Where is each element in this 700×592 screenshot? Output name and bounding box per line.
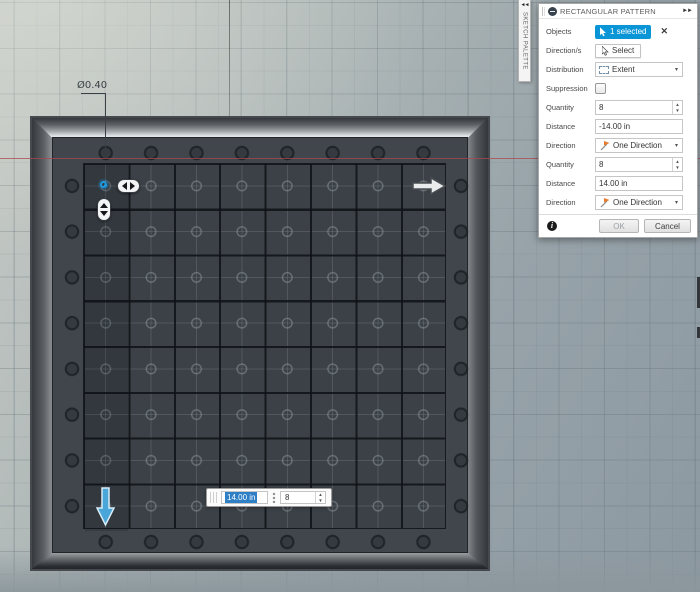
caret-down-icon: ▾ (674, 200, 678, 206)
perimeter-holes-right (447, 163, 475, 529)
inline-edit-toolbar: 14.00 in 8 ▲ ▼ (206, 488, 332, 507)
selected-text: 14.00 in (225, 492, 258, 503)
toolbar-drag-handle[interactable] (210, 492, 218, 503)
field-label: Direction/s (546, 46, 582, 55)
field-label: Direction (546, 198, 576, 207)
direction1-select[interactable]: One Direction ▾ (595, 138, 683, 153)
perimeter-holes-left (58, 163, 86, 529)
info-icon[interactable]: i (547, 221, 557, 231)
caret-down-icon: ▾ (674, 67, 678, 73)
row-objects: Objects 1 selected ✕ (546, 22, 689, 41)
feature-icon (548, 6, 557, 16)
quantity1-stepper[interactable]: ▲ ▼ (672, 101, 682, 114)
one-direction-icon (599, 197, 610, 208)
plate-bevel-top (32, 118, 488, 139)
field-label: Distribution (546, 65, 584, 74)
dimension-leader-h (81, 93, 106, 94)
select-directions-button[interactable]: Select (595, 43, 642, 58)
distance1-input[interactable]: -14.00 in (595, 119, 683, 134)
quantity-value: 8 (285, 493, 290, 502)
plate-bevel-left (32, 118, 53, 569)
inline-distance-input[interactable]: 14.00 in (221, 491, 268, 504)
perimeter-holes-top (83, 142, 446, 164)
inline-quantity-stepper[interactable]: ▲ ▼ (315, 492, 325, 503)
dialog-grip[interactable] (542, 6, 545, 16)
dimension-leader-v (105, 93, 106, 148)
inline-quantity-input[interactable]: 8 ▲ ▼ (280, 491, 326, 504)
perimeter-holes-bottom (83, 531, 446, 553)
field-label: Distance (546, 122, 576, 131)
row-quantity2: Quantity 8 ▲ ▼ (546, 155, 689, 174)
dialog-title: RECTANGULAR PATTERN (560, 6, 656, 16)
spin-down-icon[interactable]: ▼ (675, 108, 679, 114)
row-directions: Direction/s Select (546, 41, 689, 60)
flip-left-icon (122, 182, 127, 190)
app-window: Ø0.40 14.00 in 8 ▲ ▼ ◄◄ SKETCH PALETTE R… (0, 0, 700, 592)
flip-right-icon (130, 182, 135, 190)
one-direction-icon (599, 140, 610, 151)
rectangular-pattern-dialog: RECTANGULAR PATTERN ►► Objects 1 selecte… (538, 3, 698, 238)
collapse-left-icon[interactable]: ◄◄ (521, 2, 530, 9)
clear-selection-button[interactable]: ✕ (660, 27, 668, 36)
quantity2-stepper[interactable]: ▲ ▼ (672, 158, 682, 171)
ok-button[interactable]: OK (599, 219, 639, 233)
field-drag-dots[interactable] (270, 492, 278, 503)
field-label: Direction (546, 141, 576, 150)
row-distribution: Distribution Extent ▾ (546, 60, 689, 79)
flip-vertical-handle[interactable] (97, 198, 111, 221)
y-axis-line (229, 0, 230, 124)
distribution-select[interactable]: Extent ▾ (595, 62, 683, 77)
field-label: Distance (546, 179, 576, 188)
quantity2-input[interactable]: 8 ▲ ▼ (595, 157, 683, 172)
spin-down-icon[interactable]: ▼ (675, 165, 679, 171)
pattern-seed-point[interactable] (100, 180, 107, 188)
caret-down-icon: ▾ (674, 143, 678, 149)
field-label: Quantity (546, 103, 574, 112)
row-direction2: Direction One Direction ▾ (546, 193, 689, 212)
field-label: Objects (546, 27, 572, 36)
sketch-palette-tab[interactable]: ◄◄ SKETCH PALETTE (518, 0, 531, 82)
dialog-footer: i OK Cancel (539, 214, 697, 237)
cancel-button[interactable]: Cancel (644, 219, 691, 233)
plate-bevel-bottom (32, 552, 488, 569)
plate-pocket-grid (83, 163, 446, 531)
distance2-input[interactable]: 14.00 in (595, 176, 683, 191)
row-suppression: Suppression (546, 79, 689, 98)
flip-up-icon (100, 203, 108, 208)
expand-right-icon[interactable]: ►► (682, 8, 693, 14)
spin-down-icon[interactable]: ▼ (318, 498, 322, 504)
field-label: Suppression (546, 84, 588, 93)
flip-horizontal-handle[interactable] (117, 179, 140, 193)
quantity1-input[interactable]: 8 ▲ ▼ (595, 100, 683, 115)
diameter-dimension[interactable]: Ø0.40 (77, 80, 107, 91)
flip-down-icon (100, 211, 108, 216)
direction2-select[interactable]: One Direction ▾ (595, 195, 683, 210)
row-distance1: Distance -14.00 in (546, 117, 689, 136)
dialog-body: Objects 1 selected ✕ Direction/s Select … (539, 19, 697, 214)
direction1-drag-arrow[interactable] (412, 176, 448, 201)
row-direction1: Direction One Direction ▾ (546, 136, 689, 155)
sketch-palette-title: SKETCH PALETTE (521, 12, 528, 70)
dialog-title-bar[interactable]: RECTANGULAR PATTERN ►► (539, 4, 697, 19)
objects-selected-chip[interactable]: 1 selected (595, 24, 652, 39)
suppression-checkbox[interactable] (595, 83, 606, 94)
direction2-drag-arrow[interactable] (95, 487, 116, 532)
field-label: Quantity (546, 160, 574, 169)
extent-icon (599, 65, 609, 74)
cursor-icon (602, 45, 609, 56)
cursor-icon (600, 26, 606, 36)
row-quantity1: Quantity 8 ▲ ▼ (546, 98, 689, 117)
row-distance2: Distance 14.00 in (546, 174, 689, 193)
